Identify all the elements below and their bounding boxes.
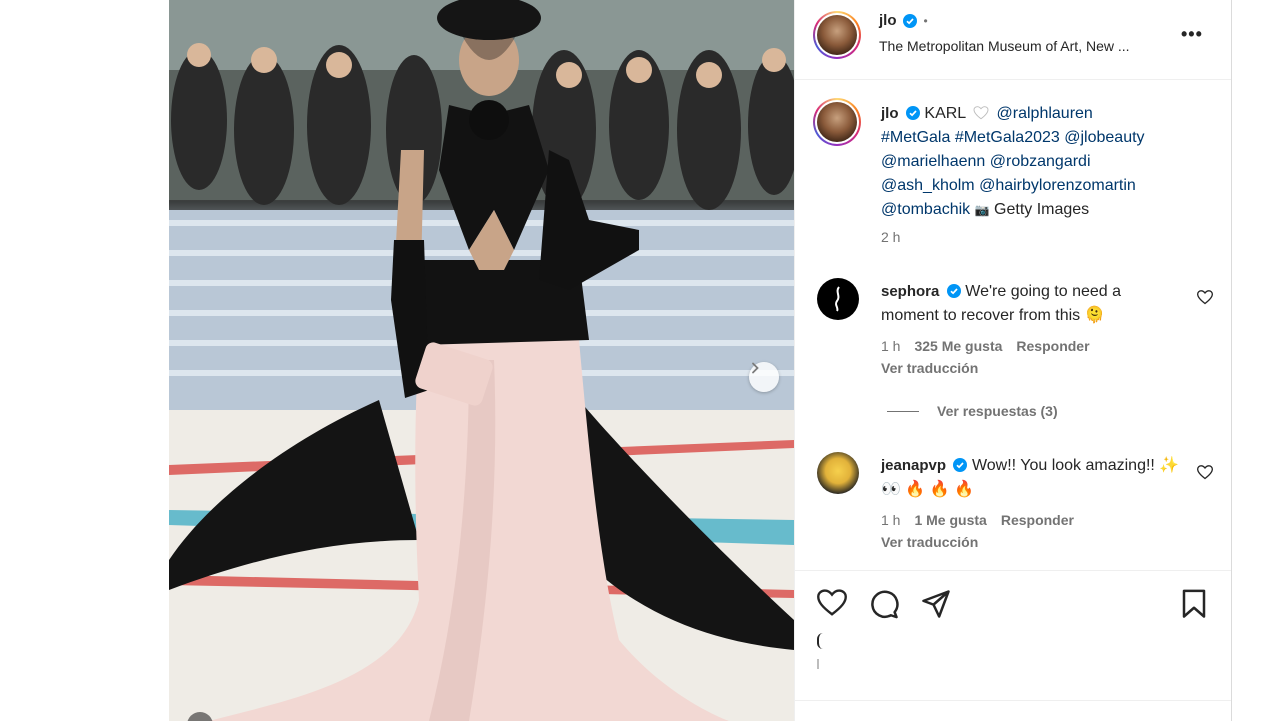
- mention-link[interactable]: @hairbylorenzomartin: [979, 177, 1136, 194]
- translate-button[interactable]: Ver traducción: [881, 534, 978, 550]
- sephora-avatar[interactable]: [817, 278, 859, 320]
- mention-link[interactable]: @ralphlauren: [997, 105, 1093, 122]
- hashtag-link[interactable]: #MetGala: [881, 129, 950, 146]
- jeanapvp-avatar[interactable]: [817, 452, 859, 494]
- comment-likes[interactable]: 1 Me gusta: [914, 512, 986, 528]
- mention-link[interactable]: @marielhaenn: [881, 153, 985, 170]
- likes-avatar-stub: [817, 633, 823, 649]
- post-photo[interactable]: [169, 0, 794, 721]
- caption-username[interactable]: jlo: [881, 105, 899, 122]
- bookmark-icon[interactable]: [1181, 589, 1207, 619]
- author-avatar[interactable]: [813, 11, 861, 59]
- post-action-bar: [795, 570, 1232, 680]
- header-separator-dot: •: [923, 13, 928, 28]
- bottom-divider: [795, 700, 1232, 701]
- comment-username[interactable]: jeanapvp: [881, 457, 946, 474]
- caption-text-start: KARL: [924, 105, 966, 122]
- reply-button[interactable]: Responder: [1001, 512, 1074, 528]
- photo-illustration: [169, 0, 794, 721]
- caption-time: 2 h: [881, 229, 901, 245]
- post-sidebar: jlo • The Metropolitan Museum of Art, Ne…: [794, 0, 1232, 721]
- view-replies-button[interactable]: Ver respuestas (3): [887, 403, 1058, 419]
- comment-sephora: sephora We're going to need a moment to …: [881, 280, 1181, 328]
- time-stub: [817, 659, 819, 669]
- verified-icon: [902, 13, 917, 28]
- post-header: jlo • The Metropolitan Museum of Art, Ne…: [795, 0, 1232, 80]
- caption-avatar[interactable]: [813, 98, 861, 146]
- author-username[interactable]: jlo: [879, 12, 897, 29]
- post-caption: jlo KARL @ralphlauren #MetGala #MetGala2…: [881, 102, 1211, 222]
- verified-icon: [946, 284, 961, 298]
- post-location[interactable]: The Metropolitan Museum of Art, New ...: [879, 38, 1130, 54]
- next-photo-button[interactable]: [749, 362, 779, 392]
- heart-icon[interactable]: [817, 589, 847, 617]
- comment-time: 1 h: [881, 512, 901, 528]
- mention-link[interactable]: @tombachik: [881, 201, 970, 218]
- mention-link[interactable]: @ash_kholm: [881, 177, 975, 194]
- comment-meta: 1 h 325 Me gusta Responder: [881, 338, 1090, 354]
- verified-icon: [905, 106, 920, 120]
- share-icon[interactable]: [921, 589, 951, 619]
- translate-button[interactable]: Ver traducción: [881, 360, 978, 376]
- like-comment-heart-icon[interactable]: [1197, 290, 1213, 305]
- sephora-logo-icon: [835, 286, 840, 312]
- like-comment-heart-icon[interactable]: [1197, 465, 1213, 480]
- comment-time: 1 h: [881, 338, 901, 354]
- white-heart-emoji-icon: [973, 106, 989, 120]
- verified-icon: [953, 458, 968, 472]
- reply-button[interactable]: Responder: [1016, 338, 1089, 354]
- replies-divider-line: [887, 410, 919, 412]
- comment-meta: 1 h 1 Me gusta Responder: [881, 512, 1074, 528]
- comment-jeanapvp: jeanapvp Wow!! You look amazing!! ✨ 👀 🔥 …: [881, 454, 1181, 502]
- chevron-right-icon: [752, 362, 759, 374]
- camera-emoji-icon: 📷: [974, 203, 990, 217]
- mention-link[interactable]: @jlobeauty: [1064, 129, 1144, 146]
- hashtag-link[interactable]: #MetGala2023: [955, 129, 1060, 146]
- panel-border: [1231, 0, 1232, 721]
- comment-likes[interactable]: 325 Me gusta: [914, 338, 1002, 354]
- comment-icon[interactable]: [869, 589, 899, 619]
- more-options-button[interactable]: •••: [1181, 24, 1203, 45]
- comment-username[interactable]: sephora: [881, 283, 939, 300]
- view-replies-label: Ver respuestas (3): [937, 403, 1058, 419]
- post-page: jlo • The Metropolitan Museum of Art, Ne…: [0, 0, 1280, 721]
- caption-text-end: Getty Images: [994, 201, 1090, 218]
- mention-link[interactable]: @robzangardi: [990, 153, 1091, 170]
- author-name-row: jlo •: [879, 12, 928, 29]
